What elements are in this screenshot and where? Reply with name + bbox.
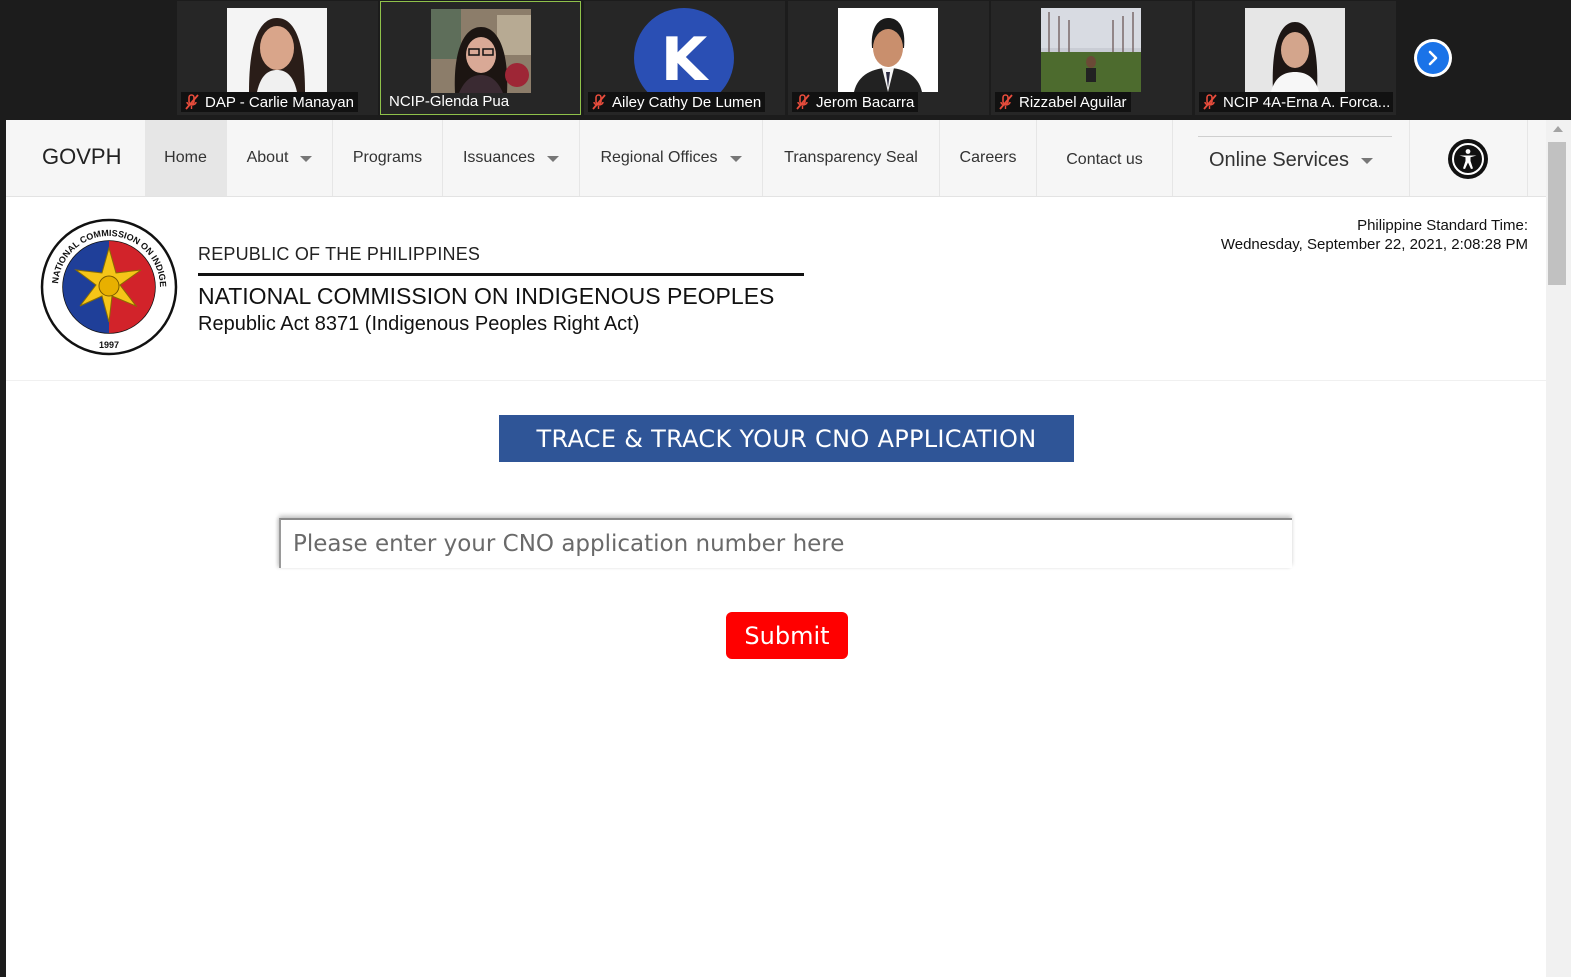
participant-tile[interactable]: DAP - Carlie Manayan [177, 1, 378, 115]
participant-name: Jerom Bacarra [816, 93, 915, 111]
participant-avatar: K [634, 8, 734, 92]
philippine-standard-time: Philippine Standard Time: Wednesday, Sep… [1221, 216, 1528, 254]
nav-contact-us[interactable]: Contact us [1037, 120, 1173, 196]
participant-name: DAP - Carlie Manayan [205, 93, 354, 111]
navbar-divider [1527, 120, 1528, 196]
avatar-initial: K [661, 25, 710, 92]
page-scrollbar[interactable] [1546, 120, 1571, 977]
submit-button[interactable]: Submit [726, 612, 848, 659]
scroll-up-arrow-icon[interactable] [1553, 126, 1563, 132]
nav-careers[interactable]: Careers [940, 120, 1037, 196]
trace-track-banner: TRACE & TRACK YOUR CNO APPLICATION [499, 415, 1074, 462]
participant-tile-active[interactable]: NCIP-Glenda Pua [380, 1, 581, 115]
caret-down-icon [300, 156, 313, 162]
participant-video [227, 8, 327, 92]
top-navbar: GOVPH Home About Programs Issuances Regi… [6, 120, 1546, 197]
nav-programs-label: Programs [352, 149, 423, 166]
participant-video [838, 8, 938, 92]
caret-down-icon [729, 156, 742, 162]
participant-tile[interactable]: K Ailey Cathy De Lumen [584, 1, 785, 115]
participant-caption: Ailey Cathy De Lumen [588, 92, 766, 112]
participant-caption: Jerom Bacarra [792, 92, 919, 112]
caret-down-icon [547, 156, 560, 162]
participant-video [1041, 8, 1141, 92]
muted-mic-icon [999, 94, 1013, 110]
nav-issuances-label: Issuances [462, 149, 536, 166]
accessibility-icon [1452, 143, 1484, 175]
participant-video [1245, 8, 1345, 92]
participant-name: Rizzabel Aguilar [1019, 93, 1127, 111]
participant-name: Ailey Cathy De Lumen [612, 93, 762, 111]
nav-about[interactable]: About [227, 120, 333, 196]
govph-brand-link[interactable]: GOVPH [42, 144, 121, 170]
participant-name: NCIP 4A-Erna A. Forca... [1223, 93, 1391, 111]
muted-mic-icon [1203, 94, 1217, 110]
republic-heading: REPUBLIC OF THE PHILIPPINES [198, 244, 481, 264]
browser-page: GOVPH Home About Programs Issuances Regi… [6, 120, 1546, 977]
meeting-participant-strip: DAP - Carlie Manayan NCIP-Glenda Pua K A… [0, 0, 1571, 118]
site-masthead: NATIONAL COMMISSION ON INDIGENOUS PEOPLE… [6, 198, 1546, 381]
participant-tile[interactable]: Rizzabel Aguilar [991, 1, 1192, 115]
seal-year: 1997 [99, 340, 119, 350]
ncip-seal-logo: NATIONAL COMMISSION ON INDIGENOUS PEOPLE… [40, 218, 178, 356]
pst-value: Wednesday, September 22, 2021, 2:08:28 P… [1220, 236, 1528, 253]
participant-tile[interactable]: Jerom Bacarra [788, 1, 989, 115]
nav-home[interactable]: Home [145, 120, 227, 196]
header-rule [198, 273, 804, 276]
participant-caption: NCIP-Glenda Pua [385, 91, 513, 111]
participant-caption: DAP - Carlie Manayan [181, 92, 358, 112]
participant-caption: NCIP 4A-Erna A. Forca... [1199, 92, 1393, 112]
chevron-right-icon [1428, 50, 1438, 66]
nav-transparency-seal-label: Transparency Seal [784, 149, 918, 166]
participant-video [431, 9, 531, 93]
participant-name: NCIP-Glenda Pua [389, 92, 510, 110]
nav-regional-offices-label: Regional Offices [600, 149, 718, 166]
nav-regional-offices[interactable]: Regional Offices [580, 120, 763, 196]
nav-careers-label: Careers [959, 149, 1017, 166]
nav-issuances[interactable]: Issuances [443, 120, 580, 196]
next-participants-button[interactable] [1414, 39, 1452, 77]
scrollbar-thumb[interactable] [1548, 142, 1566, 285]
pst-label: Philippine Standard Time: [1357, 217, 1528, 234]
nav-online-services-label: Online Services [1208, 148, 1350, 171]
cno-application-number-input[interactable] [279, 518, 1292, 568]
nav-programs[interactable]: Programs [333, 120, 443, 196]
participant-tile[interactable]: NCIP 4A-Erna A. Forca... [1195, 1, 1396, 115]
muted-mic-icon [185, 94, 199, 110]
muted-mic-icon [796, 94, 810, 110]
participant-caption: Rizzabel Aguilar [995, 92, 1131, 112]
nav-home-label: Home [164, 149, 207, 166]
nav-online-services[interactable]: Online Services [1173, 120, 1410, 196]
republic-act-subtitle: Republic Act 8371 (Indigenous Peoples Ri… [198, 313, 640, 335]
accessibility-button[interactable] [1448, 139, 1488, 179]
caret-down-icon [1361, 158, 1374, 164]
nav-about-label: About [246, 149, 289, 166]
muted-mic-icon [592, 94, 606, 110]
commission-title: NATIONAL COMMISSION ON INDIGENOUS PEOPLE… [198, 283, 775, 309]
nav-contact-us-label: Contact us [1066, 151, 1143, 168]
nav-transparency-seal[interactable]: Transparency Seal [763, 120, 940, 196]
